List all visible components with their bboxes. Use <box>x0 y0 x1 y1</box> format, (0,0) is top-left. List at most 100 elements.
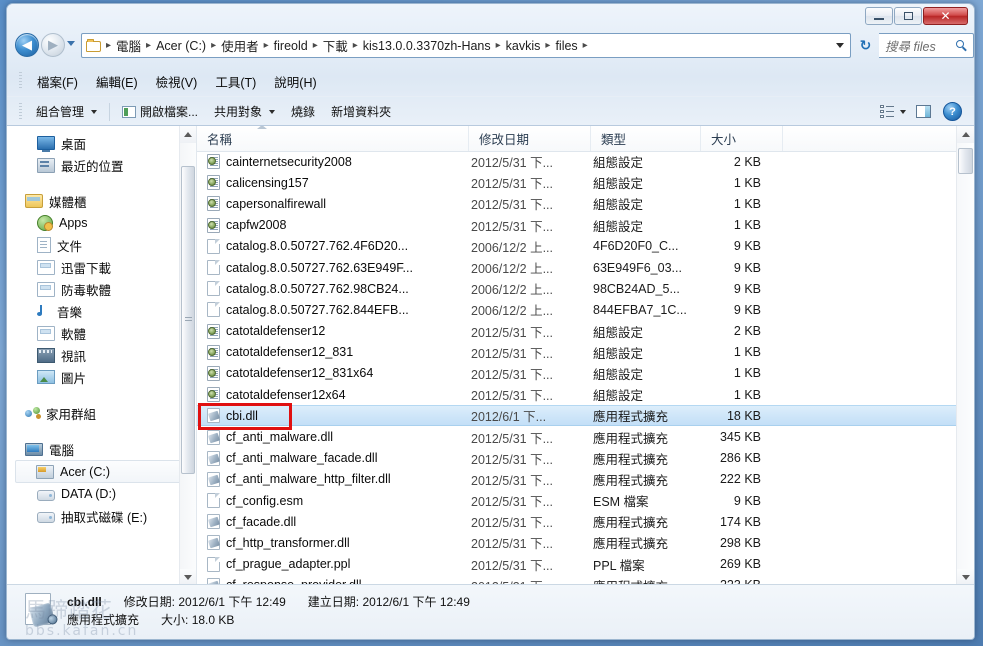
column-header-size[interactable]: 大小 <box>701 126 783 151</box>
column-header-type[interactable]: 類型 <box>591 126 701 151</box>
breadcrumb-item-kavkis[interactable]: kavkis <box>504 39 543 53</box>
file-name-cell[interactable]: cbi.dll <box>197 408 469 424</box>
navigation-scrollbar[interactable] <box>179 126 196 586</box>
file-name-cell[interactable]: capfw2008 <box>197 217 469 233</box>
table-row[interactable]: catalog.8.0.50727.762.63E949F... 2006/12/… <box>197 257 957 278</box>
table-row[interactable]: cf_prague_adapter.ppl 2012/5/31 下... PPL 檔… <box>197 554 957 575</box>
file-name-cell[interactable]: cf_anti_malware_facade.dll <box>197 450 469 466</box>
file-name-cell[interactable]: cf_facade.dll <box>197 514 469 530</box>
sidebar-item-homegroup[interactable]: 家用群組 <box>7 402 196 424</box>
forward-button[interactable]: ▶ <box>41 33 65 57</box>
file-name-cell[interactable]: cf_anti_malware_http_filter.dll <box>197 471 469 487</box>
sidebar-item-recent-places[interactable]: 最近的位置 <box>7 154 196 176</box>
address-dropdown-icon[interactable] <box>836 43 844 48</box>
new-folder-button[interactable]: 新增資料夾 <box>323 99 399 124</box>
table-row[interactable]: cf_anti_malware_http_filter.dll 2012/5/31… <box>197 469 957 490</box>
breadcrumb-item-files[interactable]: files <box>553 39 579 53</box>
address-bar[interactable]: ▸ 電腦 ▸ Acer (C:) ▸ 使用者 ▸ fireold ▸ 下載 ▸ … <box>81 33 851 58</box>
search-input[interactable]: 搜尋 files <box>879 36 936 55</box>
file-name-cell[interactable]: catalog.8.0.50727.762.98CB24... <box>197 281 469 297</box>
file-name-cell[interactable]: cainternetsecurity2008 <box>197 154 469 170</box>
sidebar-item-computer[interactable]: 電腦 <box>7 438 196 460</box>
table-row[interactable]: calicensing157 2012/5/31 下... 組態設定 1 KB <box>197 172 957 193</box>
toolbar-grip[interactable] <box>19 102 22 121</box>
file-name-cell[interactable]: catalog.8.0.50727.762.4F6D20... <box>197 238 469 254</box>
table-row[interactable]: cbi.dll 2012/6/1 下... 應用程式擴充 18 KB <box>197 405 957 427</box>
sidebar-item-thunder-downloads[interactable]: 迅雷下載 <box>7 256 196 278</box>
breadcrumb-item-users[interactable]: 使用者 <box>219 36 261 55</box>
search-box[interactable]: 搜尋 files <box>879 33 974 58</box>
sidebar-item-removable-e[interactable]: 抽取式磁碟 (E:) <box>7 505 196 527</box>
file-name-cell[interactable]: catotaldefenser12x64 <box>197 387 469 403</box>
change-view-icon[interactable] <box>880 105 895 118</box>
table-row[interactable]: cainternetsecurity2008 2012/5/31 下... 組態設定… <box>197 151 957 172</box>
file-name-cell[interactable]: capersonalfirewall <box>197 196 469 212</box>
table-row[interactable]: catotaldefenser12_831 2012/5/31 下... 組態設定 1… <box>197 342 957 363</box>
menu-tools[interactable]: 工具(T) <box>206 69 265 94</box>
organize-button[interactable]: 組合管理 <box>28 99 105 124</box>
share-with-button[interactable]: 共用對象 <box>206 99 283 124</box>
sidebar-item-videos[interactable]: 視訊 <box>7 344 196 366</box>
file-name-cell[interactable]: catotaldefenser12_831x64 <box>197 365 469 381</box>
breadcrumb-item-kis13[interactable]: kis13.0.0.3370zh-Hans <box>361 39 493 53</box>
table-row[interactable]: catalog.8.0.50727.762.4F6D20... 2006/12/2… <box>197 236 957 257</box>
preview-pane-icon[interactable] <box>916 105 931 118</box>
recent-pages-dropdown-icon[interactable] <box>67 41 75 46</box>
close-button[interactable]: ✕ <box>923 7 968 25</box>
scrollbar-thumb[interactable] <box>181 166 195 474</box>
file-name-cell[interactable]: catotaldefenser12_831 <box>197 344 469 360</box>
column-header-name[interactable]: 名稱 <box>197 126 469 151</box>
sidebar-item-music[interactable]: 音樂 <box>7 300 196 322</box>
breadcrumb-item-downloads[interactable]: 下載 <box>321 36 350 55</box>
refresh-button[interactable]: ↻ <box>856 36 875 55</box>
file-name-cell[interactable]: calicensing157 <box>197 175 469 191</box>
menu-help[interactable]: 說明(H) <box>265 69 325 94</box>
scrollbar-thumb[interactable] <box>958 148 973 174</box>
sidebar-item-acer-c[interactable]: Acer (C:) <box>15 460 190 483</box>
menu-file[interactable]: 檔案(F) <box>28 69 87 94</box>
table-row[interactable]: catotaldefenser12x64 2012/5/31 下... 組態設定 1 … <box>197 384 957 405</box>
sidebar-item-desktop[interactable]: 桌面 <box>7 132 196 154</box>
sidebar-item-antivirus[interactable]: 防毒軟體 <box>7 278 196 300</box>
breadcrumb-item-computer[interactable]: 電腦 <box>114 36 143 55</box>
scroll-up-button[interactable] <box>180 126 196 143</box>
minimize-button[interactable] <box>865 7 893 25</box>
maximize-button[interactable] <box>894 7 922 25</box>
table-row[interactable]: capfw2008 2012/5/31 下... 組態設定 1 KB <box>197 215 957 236</box>
breadcrumb-item-fireold[interactable]: fireold <box>272 39 310 53</box>
table-row[interactable]: cf_anti_malware.dll 2012/5/31 下... 應用程式擴充 3… <box>197 426 957 447</box>
menu-view[interactable]: 檢視(V) <box>147 69 207 94</box>
table-row[interactable]: cf_anti_malware_facade.dll 2012/5/31 下...… <box>197 448 957 469</box>
help-icon[interactable]: ? <box>943 102 962 121</box>
sidebar-item-software[interactable]: 軟體 <box>7 322 196 344</box>
file-name-cell[interactable]: catalog.8.0.50727.762.844EFB... <box>197 302 469 318</box>
table-row[interactable]: cf_http_transformer.dll 2012/5/31 下... 應用程… <box>197 532 957 553</box>
file-list-scrollbar[interactable] <box>956 126 974 586</box>
file-name-cell[interactable]: cf_prague_adapter.ppl <box>197 556 469 572</box>
sidebar-item-pictures[interactable]: 圖片 <box>7 366 196 388</box>
file-name-cell[interactable]: catalog.8.0.50727.762.63E949F... <box>197 260 469 276</box>
burn-button[interactable]: 燒錄 <box>283 99 323 124</box>
back-button[interactable]: ◀ <box>15 33 39 57</box>
table-row[interactable]: cf_facade.dll 2012/5/31 下... 應用程式擴充 174 KB <box>197 511 957 532</box>
sidebar-item-data-d[interactable]: DATA (D:) <box>7 483 196 505</box>
breadcrumb-item-acer-c[interactable]: Acer (C:) <box>154 39 208 53</box>
table-row[interactable]: catotaldefenser12 2012/5/31 下... 組態設定 2 KB <box>197 321 957 342</box>
file-name-cell[interactable]: cf_config.esm <box>197 493 469 509</box>
scroll-up-button[interactable] <box>957 126 974 143</box>
sidebar-item-documents[interactable]: 文件 <box>7 234 196 256</box>
table-row[interactable]: capersonalfirewall 2012/5/31 下... 組態設定 1 KB <box>197 193 957 214</box>
table-row[interactable]: catalog.8.0.50727.762.844EFB... 2006/12/2… <box>197 299 957 320</box>
file-name-cell[interactable]: cf_anti_malware.dll <box>197 429 469 445</box>
file-name-cell[interactable]: catotaldefenser12 <box>197 323 469 339</box>
column-header-date-modified[interactable]: 修改日期 <box>469 126 591 151</box>
sidebar-item-apps[interactable]: Apps <box>7 212 196 234</box>
chevron-down-icon[interactable] <box>900 109 906 114</box>
table-row[interactable]: catotaldefenser12_831x64 2012/5/31 下... 組態… <box>197 363 957 384</box>
menu-edit[interactable]: 編輯(E) <box>87 69 147 94</box>
sidebar-item-libraries[interactable]: 媒體櫃 <box>7 190 196 212</box>
menubar-grip[interactable] <box>19 72 22 90</box>
table-row[interactable]: catalog.8.0.50727.762.98CB24... 2006/12/2… <box>197 278 957 299</box>
file-name-cell[interactable]: cf_http_transformer.dll <box>197 535 469 551</box>
table-row[interactable]: cf_config.esm 2012/5/31 下... ESM 檔案 9 KB <box>197 490 957 511</box>
